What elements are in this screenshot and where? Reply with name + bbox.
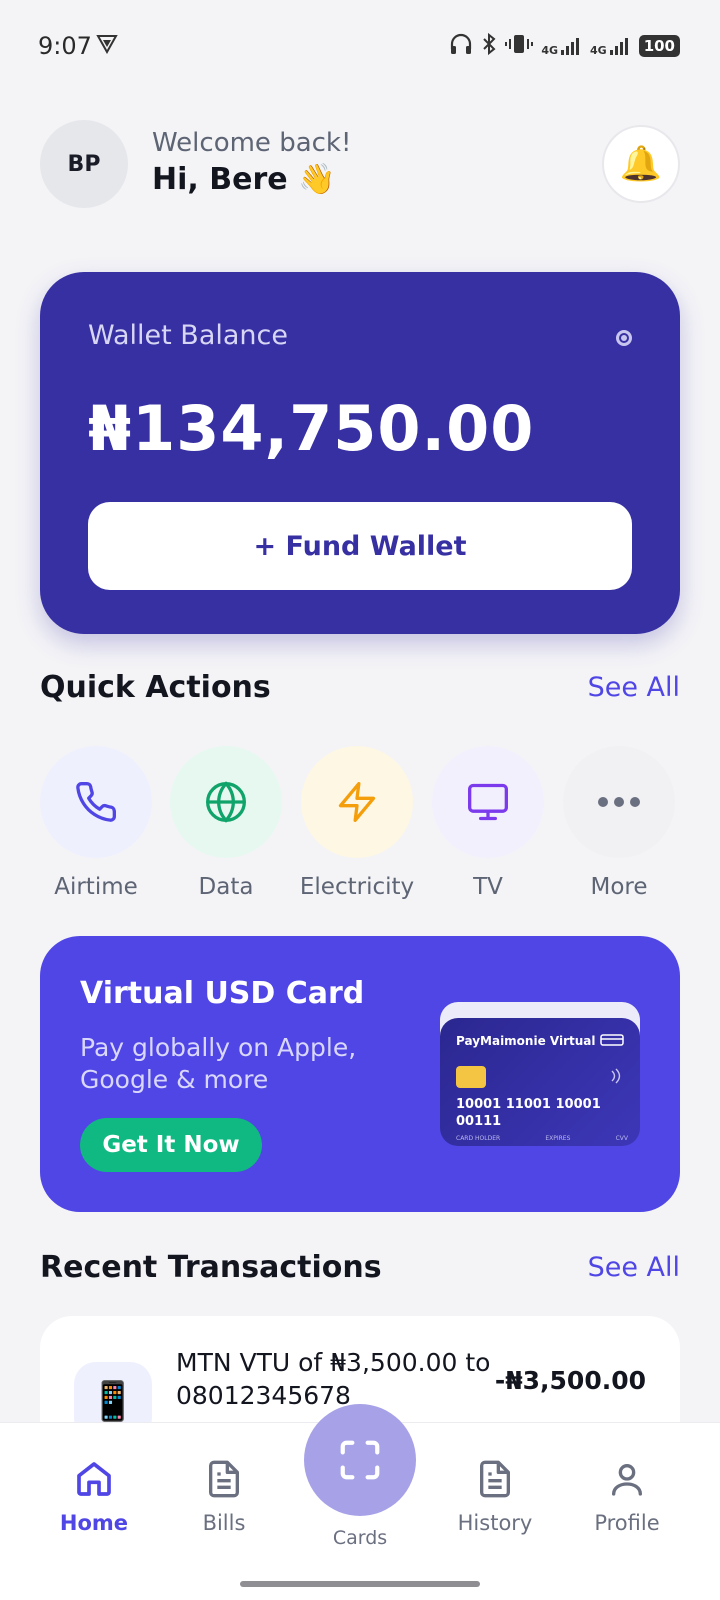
quick-action-more[interactable]: More bbox=[553, 746, 685, 900]
scan-icon bbox=[340, 1440, 380, 1480]
welcome-text: Welcome back! bbox=[152, 128, 352, 158]
quick-actions-title: Quick Actions bbox=[40, 670, 271, 705]
quick-action-label: TV bbox=[473, 874, 503, 900]
monitor-icon bbox=[432, 746, 544, 858]
virtual-card-promo[interactable]: Virtual USD Card Pay globally on Apple, … bbox=[40, 936, 680, 1212]
quick-action-data[interactable]: Data bbox=[160, 746, 292, 900]
nav-label: History bbox=[457, 1511, 533, 1535]
card-holder-label: CARD HOLDER bbox=[456, 1135, 501, 1142]
user-icon bbox=[567, 1457, 687, 1501]
toggle-balance-icon[interactable] bbox=[616, 330, 632, 346]
get-it-now-button[interactable]: Get It Now bbox=[80, 1118, 262, 1172]
transactions-see-all[interactable]: See All bbox=[588, 1252, 680, 1283]
nav-label: Profile bbox=[594, 1511, 660, 1535]
nav-label: Bills bbox=[202, 1511, 246, 1535]
signal-1-icon: 4G bbox=[541, 36, 582, 56]
quick-actions-row: Airtime Data Electricity TV More bbox=[40, 746, 680, 906]
greeting-text: Hi, Bere 👋 bbox=[152, 162, 336, 197]
nav-label: Home bbox=[59, 1511, 129, 1535]
quick-action-airtime[interactable]: Airtime bbox=[30, 746, 162, 900]
card-type-icon bbox=[600, 1034, 624, 1046]
status-icons: 4G 4G 100 bbox=[449, 32, 680, 60]
quick-action-tv[interactable]: TV bbox=[422, 746, 554, 900]
status-bar: 9:07 4G 4G 100 bbox=[0, 0, 720, 90]
card-footer: CARD HOLDER EXPIRES CVV bbox=[456, 1135, 628, 1142]
quick-action-label: Electricity bbox=[299, 874, 415, 900]
expires-label: EXPIRES bbox=[545, 1135, 571, 1142]
nav-history[interactable]: History bbox=[435, 1457, 555, 1535]
recent-transactions-title: Recent Transactions bbox=[40, 1250, 382, 1285]
document-icon bbox=[164, 1457, 284, 1501]
bluetooth-icon bbox=[481, 32, 497, 60]
status-time: 9:07 bbox=[38, 32, 92, 60]
home-icon bbox=[34, 1457, 154, 1501]
nav-cards-label: Cards bbox=[332, 1527, 388, 1549]
lightning-icon bbox=[301, 746, 413, 858]
avatar[interactable]: BP bbox=[40, 120, 128, 208]
nav-bills[interactable]: Bills bbox=[164, 1457, 284, 1535]
card-number: 10001 11001 10001 00111 bbox=[456, 1097, 601, 1129]
quick-action-label: Airtime bbox=[54, 874, 138, 900]
wallet-balance-label: Wallet Balance bbox=[88, 320, 288, 351]
wallet-balance-amount: ₦134,750.00 bbox=[88, 392, 535, 465]
nav-home[interactable]: Home bbox=[34, 1457, 154, 1535]
signal-2-icon: 4G bbox=[590, 36, 631, 56]
transaction-amount: -₦3,500.00 bbox=[494, 1366, 646, 1395]
nav-profile[interactable]: Profile bbox=[567, 1457, 687, 1535]
card-brand: PayMaimonie Virtual bbox=[456, 1034, 596, 1048]
vibrate-icon bbox=[505, 33, 534, 59]
notifications-button[interactable]: 🔔 bbox=[602, 125, 680, 203]
bell-icon: 🔔 bbox=[619, 144, 663, 184]
globe-icon bbox=[170, 746, 282, 858]
cvv-label: CVV bbox=[615, 1135, 628, 1142]
chip-icon bbox=[456, 1066, 486, 1088]
headphones-icon bbox=[449, 33, 473, 59]
promo-title: Virtual USD Card bbox=[80, 976, 365, 1011]
wallet-card: Wallet Balance ₦134,750.00 + Fund Wallet bbox=[40, 272, 680, 634]
more-icon bbox=[563, 746, 675, 858]
battery-indicator: 100 bbox=[638, 35, 680, 57]
promo-subtitle: Pay globally on Apple, Google & more bbox=[80, 1033, 357, 1094]
home-indicator bbox=[240, 1581, 480, 1587]
quick-actions-see-all[interactable]: See All bbox=[588, 672, 680, 703]
quick-action-electricity[interactable]: Electricity bbox=[291, 746, 423, 900]
quick-action-label: Data bbox=[198, 874, 254, 900]
history-document-icon bbox=[435, 1457, 555, 1501]
quick-action-label: More bbox=[590, 874, 648, 900]
cards-scan-button[interactable] bbox=[304, 1404, 416, 1516]
vpn-icon bbox=[96, 34, 118, 58]
virtual-card-illustration: PayMaimonie Virtual 10001 11001 10001 00… bbox=[440, 1018, 640, 1146]
phone-icon bbox=[40, 746, 152, 858]
contactless-icon bbox=[611, 1068, 621, 1084]
fund-wallet-button[interactable]: + Fund Wallet bbox=[88, 502, 632, 590]
transaction-description: MTN VTU of ₦3,500.00 to 08012345678 bbox=[176, 1348, 491, 1410]
